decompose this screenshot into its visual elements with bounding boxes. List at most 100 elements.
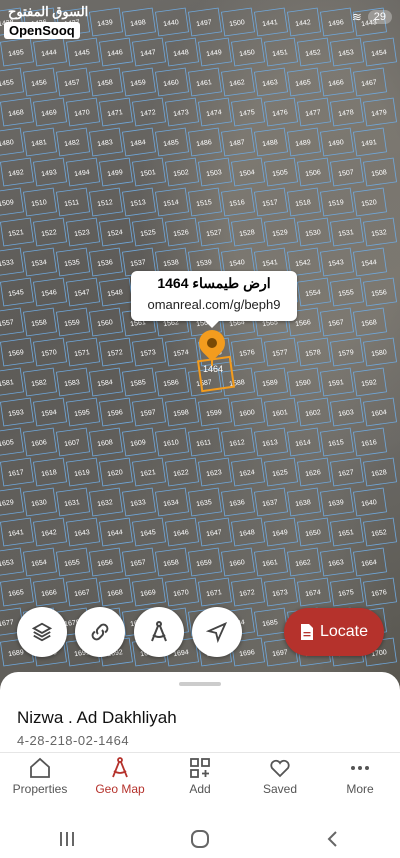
parcel-number: 1511	[64, 199, 80, 208]
parcel-number: 1514	[163, 199, 180, 208]
recent-apps-icon[interactable]	[57, 830, 77, 848]
measure-button[interactable]	[134, 607, 184, 657]
parcel-number: 1535	[64, 259, 81, 268]
parcel-number: 1506	[305, 169, 322, 178]
home-circle-icon[interactable]	[190, 829, 210, 849]
parcel-number: 1585	[130, 379, 147, 388]
parcel-number: 1628	[371, 469, 388, 478]
bottom-sheet[interactable]: Nizwa . Ad Dakhliyah 4-28-218-02-1464 Pr…	[0, 672, 400, 858]
parcel-number: 1597	[140, 409, 157, 418]
parcel-number: 1659	[196, 559, 213, 568]
parcel-number: 1614	[295, 439, 312, 448]
navigate-button[interactable]	[192, 607, 242, 657]
parcel-number: 1547	[74, 289, 91, 298]
parcel-number: 1555	[338, 289, 355, 298]
parcel-number: 1503	[206, 169, 223, 178]
pin-center-dot	[204, 335, 220, 351]
parcel-number: 1617	[8, 469, 25, 478]
navigation-arrow-icon	[206, 621, 228, 643]
parcel-number: 1546	[41, 289, 58, 298]
watermark-arabic: السوق المفتوح	[8, 4, 89, 19]
parcel-number: 1512	[97, 199, 114, 208]
parcel-number: 1449	[206, 49, 223, 58]
parcel-number: 1590	[295, 379, 312, 388]
parcel-number: 1499	[107, 169, 124, 178]
parcel-number: 1560	[97, 319, 114, 328]
link-button[interactable]	[75, 607, 125, 657]
parcel-number: 1448	[173, 49, 190, 58]
tab-saved[interactable]: Saved	[240, 756, 320, 806]
parcel-number: 1645	[140, 529, 157, 538]
parcel-number: 1574	[173, 349, 190, 358]
parcel-number: 1599	[206, 409, 223, 418]
parcel-number: 1485	[163, 139, 180, 148]
parcel-number: 1609	[130, 439, 147, 448]
parcel-number: 1656	[97, 559, 114, 568]
parcel-number: 1569	[8, 349, 25, 358]
parcel-number: 1488	[262, 139, 279, 148]
parcel-number: 1633	[130, 499, 147, 508]
parcel-number: 1538	[163, 259, 180, 268]
parcel-number: 1461	[196, 79, 213, 88]
parcel-number: 1657	[130, 559, 147, 568]
parcel-number: 1465	[295, 79, 312, 88]
locate-button[interactable]: Locate	[284, 608, 384, 656]
parcel-number: 1493	[41, 169, 58, 178]
divider	[0, 752, 400, 753]
sheet-drag-handle[interactable]	[179, 682, 221, 686]
tab-more[interactable]: More	[320, 756, 400, 806]
parcel-number: 1568	[361, 319, 378, 328]
parcel-number: 1603	[338, 409, 355, 418]
parcel-number: 1638	[295, 499, 312, 508]
parcel-number: 1509	[0, 199, 14, 208]
selected-plot-outline[interactable]	[196, 355, 236, 393]
tab-geo-map[interactable]: Geo Map	[80, 756, 160, 806]
parcel-number: 1501	[140, 169, 157, 178]
tab-label: Geo Map	[95, 782, 145, 796]
map-callout[interactable]: ارض طيمساء 1464 omanreal.com/g/beph9	[131, 271, 297, 328]
parcel-number: 1654	[31, 559, 48, 568]
parcel-number: 1667	[74, 589, 91, 598]
parcel-number: 1571	[74, 349, 91, 358]
parcel-number: 1533	[0, 259, 14, 268]
tab-properties[interactable]: Properties	[0, 756, 80, 806]
parcel-number: 1543	[328, 259, 345, 268]
parcel-number: 1670	[173, 589, 190, 598]
parcel-number: 1467	[361, 79, 378, 88]
parcel-number: 1581	[0, 379, 14, 388]
parcel-number: 1615	[328, 439, 345, 448]
layers-button[interactable]	[17, 607, 67, 657]
parcel-number: 1582	[31, 379, 48, 388]
parcel-number: 1470	[74, 109, 91, 118]
parcel-number: 1486	[196, 139, 213, 148]
parcel-number: 1475	[239, 109, 256, 118]
parcel-number: 1472	[140, 109, 157, 118]
parcel-number: 1632	[97, 499, 114, 508]
parcel-number: 1471	[107, 109, 124, 118]
parcel-number: 1696	[239, 649, 256, 658]
parcel-number: 1520	[361, 199, 378, 208]
compass-measure-icon	[151, 621, 167, 642]
parcel-number: 1629	[0, 499, 14, 508]
parcel-number: 1445	[74, 49, 91, 58]
back-arrow-icon[interactable]	[323, 829, 343, 849]
link-icon	[91, 623, 109, 641]
parcel-number: 1536	[97, 259, 114, 268]
parcel-number: 1521	[8, 229, 25, 238]
satellite-map[interactable]: 1438143614371439149814401497150014411442…	[0, 0, 400, 690]
parcel-number: 1454	[371, 49, 388, 58]
parcel-number: 1598	[173, 409, 190, 418]
parcel-number: 1554	[305, 289, 322, 298]
parcel-number: 1491	[361, 139, 378, 148]
parcel-number: 1635	[196, 499, 213, 508]
parcel-number: 1480	[0, 139, 14, 148]
parcel-number: 1572	[107, 349, 124, 358]
parcel-number: 1655	[64, 559, 81, 568]
parcel-number: 1631	[64, 499, 81, 508]
tab-add[interactable]: Add	[160, 756, 240, 806]
parcel-number: 1584	[97, 379, 114, 388]
parcel-number: 1473	[173, 109, 190, 118]
parcel-number: 1648	[239, 529, 256, 538]
callout-url[interactable]: omanreal.com/g/beph9	[131, 297, 297, 312]
parcel-number: 1666	[41, 589, 58, 598]
